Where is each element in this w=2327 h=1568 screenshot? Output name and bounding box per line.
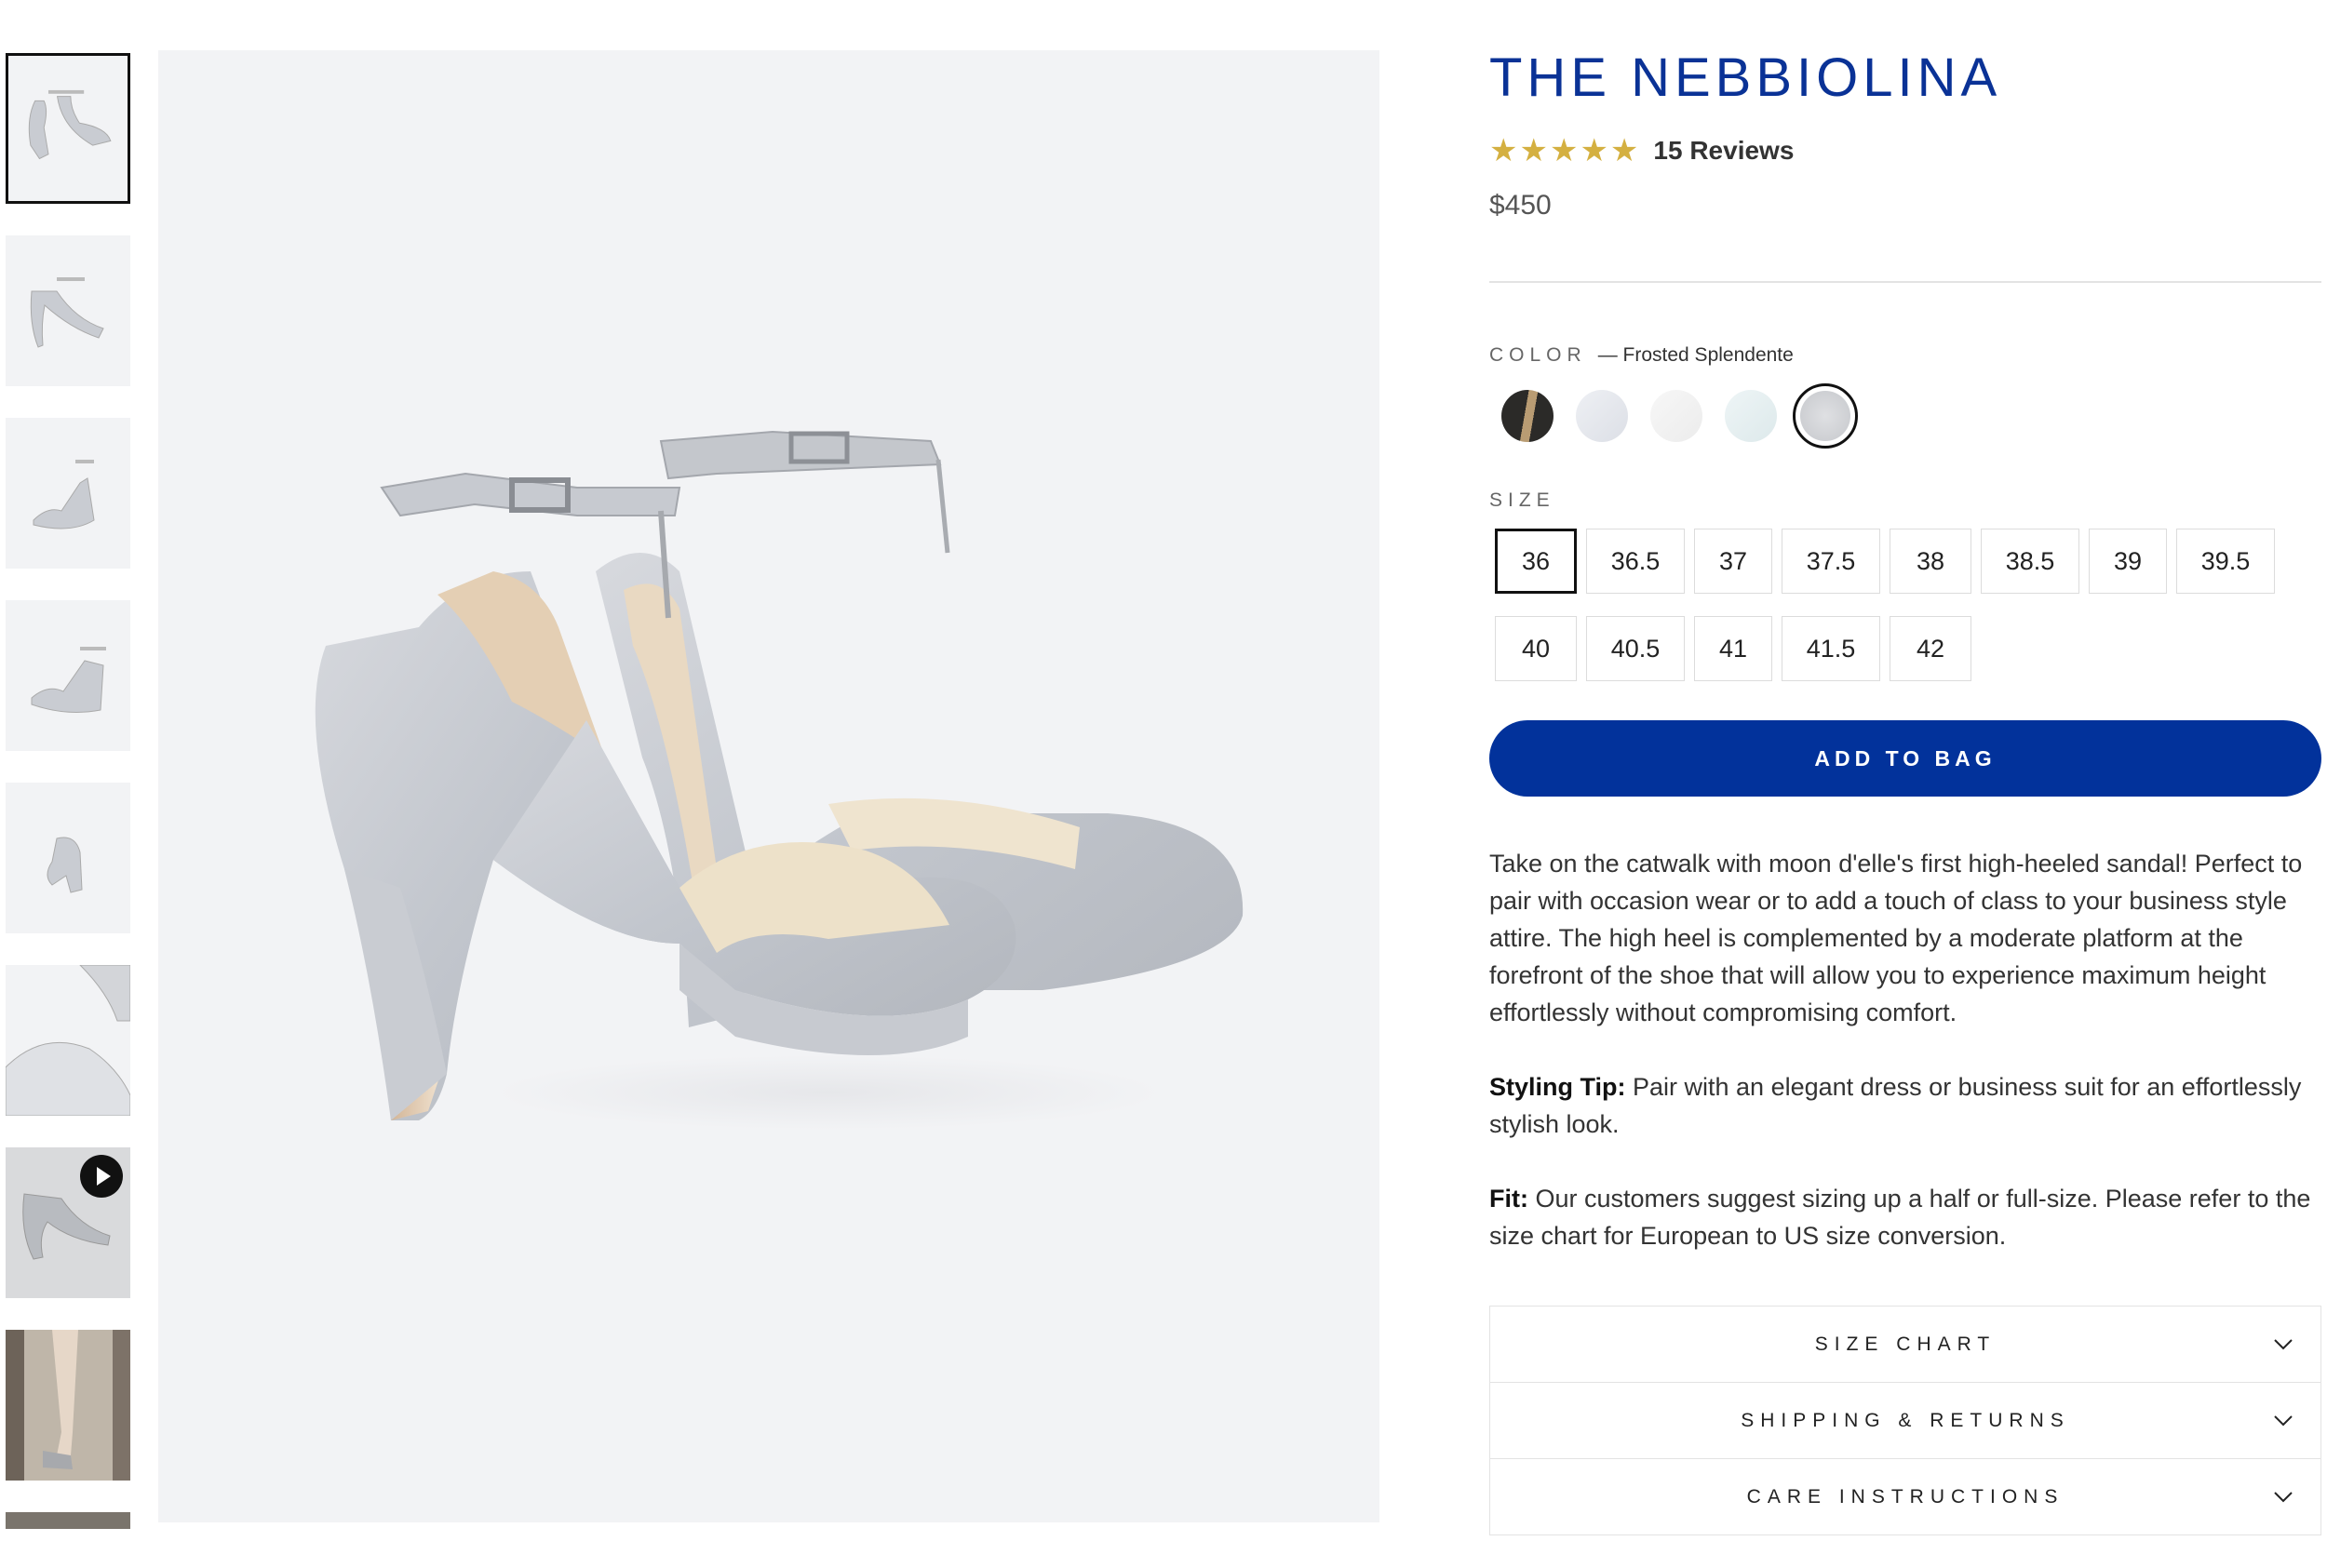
swatch-pearl-white[interactable]	[1644, 383, 1709, 449]
selected-color-name: Frosted Splendente	[1598, 344, 1794, 367]
size-option[interactable]: 38	[1890, 529, 1971, 594]
star-rating-icon: ★★★★★	[1489, 133, 1641, 168]
thumbnail-9[interactable]	[6, 1512, 130, 1529]
thumbnail-6[interactable]	[6, 965, 130, 1116]
size-option[interactable]: 36.5	[1586, 529, 1685, 594]
accordion-label: SHIPPING & RETURNS	[1741, 1409, 2070, 1431]
fit-text: Our customers suggest sizing up a half o…	[1489, 1185, 2311, 1250]
accordion-care-instructions[interactable]: CARE INSTRUCTIONS	[1489, 1458, 2321, 1535]
size-label: SIZE	[1489, 489, 1555, 511]
description-body: Take on the catwalk with moon d'elle's f…	[1489, 850, 2303, 1026]
swatch-frosted-splendente[interactable]	[1793, 383, 1858, 449]
accordion-label: CARE INSTRUCTIONS	[1746, 1485, 2065, 1508]
size-option[interactable]: 39	[2089, 529, 2167, 594]
accordion-label: SIZE CHART	[1814, 1333, 1997, 1355]
divider	[1489, 281, 2321, 283]
thumbnail-4[interactable]	[6, 600, 130, 751]
size-option[interactable]: 41.5	[1782, 616, 1880, 681]
rating-summary: ★★★★★ 15 Reviews	[1489, 135, 1794, 167]
swatch-black-gold[interactable]	[1495, 383, 1560, 449]
fit-label: Fit:	[1489, 1185, 1528, 1213]
size-options: 36 36.5 37 37.5 38 38.5 39 39.5 40 40.5 …	[1495, 529, 2314, 681]
chevron-down-icon	[2274, 1492, 2293, 1503]
chevron-down-icon	[2274, 1415, 2293, 1427]
accordion-shipping-returns[interactable]: SHIPPING & RETURNS	[1489, 1382, 2321, 1459]
size-option[interactable]: 40.5	[1586, 616, 1685, 681]
thumbnail-8[interactable]	[6, 1330, 130, 1481]
reviews-link[interactable]: 15 Reviews	[1653, 136, 1794, 166]
color-swatches	[1495, 383, 1858, 449]
thumbnail-5[interactable]	[6, 783, 130, 933]
size-option[interactable]: 39.5	[2176, 529, 2275, 594]
styling-tip-label: Styling Tip:	[1489, 1073, 1626, 1101]
info-accordion: SIZE CHART SHIPPING & RETURNS CARE INSTR…	[1489, 1306, 2321, 1535]
thumbnail-3[interactable]	[6, 418, 130, 569]
product-description: Take on the catwalk with moon d'elle's f…	[1489, 845, 2321, 1292]
styling-tip: Styling Tip: Pair with an elegant dress …	[1489, 1068, 2321, 1143]
size-option[interactable]: 40	[1495, 616, 1577, 681]
color-label: COLOR Frosted Splendente	[1489, 344, 1794, 367]
thumbnail-1[interactable]	[6, 53, 130, 204]
fit-note: Fit: Our customers suggest sizing up a h…	[1489, 1180, 2321, 1254]
swatch-silver-light[interactable]	[1569, 383, 1634, 449]
add-to-bag-button[interactable]: ADD TO BAG	[1489, 720, 2321, 797]
size-option[interactable]: 42	[1890, 616, 1971, 681]
size-option[interactable]: 37.5	[1782, 529, 1880, 594]
size-option[interactable]: 36	[1495, 529, 1577, 594]
main-product-image[interactable]	[158, 50, 1379, 1522]
product-title: THE NEBBIOLINA	[1489, 47, 2002, 108]
size-option[interactable]: 37	[1694, 529, 1772, 594]
play-icon	[80, 1155, 123, 1198]
size-option[interactable]: 38.5	[1981, 529, 2079, 594]
thumbnail-2[interactable]	[6, 235, 130, 386]
product-price: $450	[1489, 190, 1552, 221]
color-heading: COLOR	[1489, 344, 1587, 366]
chevron-down-icon	[2274, 1339, 2293, 1350]
thumbnail-7-video[interactable]	[6, 1147, 130, 1298]
swatch-ice-blue[interactable]	[1718, 383, 1783, 449]
accordion-size-chart[interactable]: SIZE CHART	[1489, 1306, 2321, 1383]
size-option[interactable]: 41	[1694, 616, 1772, 681]
